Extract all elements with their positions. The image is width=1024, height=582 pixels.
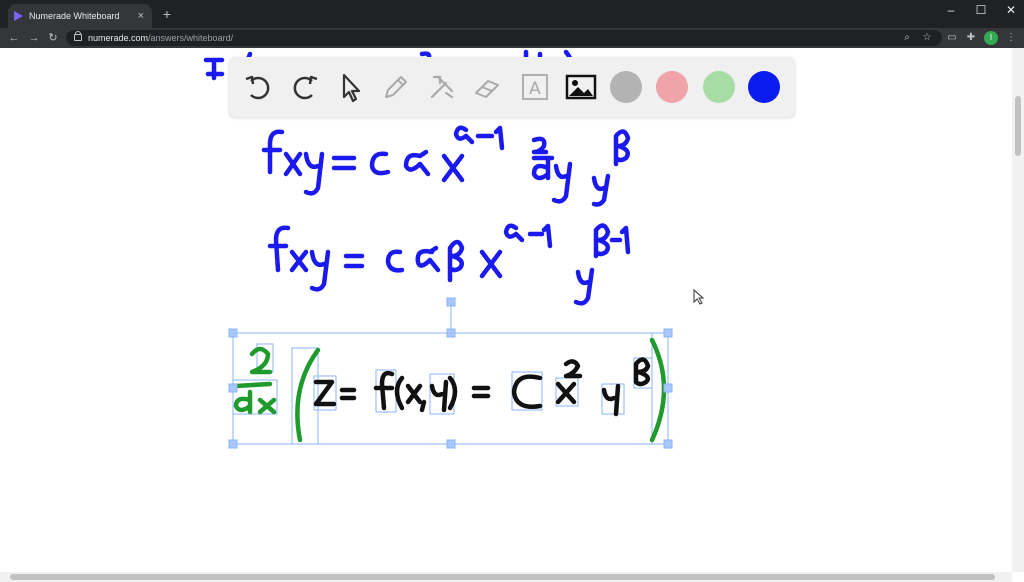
undo-icon[interactable] [243,71,275,103]
minimize-button[interactable]: – [936,0,966,20]
new-tab-button[interactable]: + [160,4,174,24]
pen-icon[interactable] [380,71,412,103]
numerade-favicon-icon [14,11,23,21]
profile-avatar[interactable]: I [984,31,998,45]
redo-icon[interactable] [288,71,320,103]
eraser-icon[interactable] [472,71,504,103]
tab-title: Numerade Whiteboard [29,11,120,21]
lock-icon [74,31,82,41]
tools-icon[interactable] [426,71,458,103]
whiteboard-toolbar: A [229,57,795,117]
pointer-icon[interactable] [335,71,367,103]
color-green-swatch[interactable] [703,71,735,103]
tab-close-button[interactable]: × [138,4,144,28]
color-gray-swatch[interactable] [610,71,642,103]
back-icon[interactable]: ← [6,28,22,48]
whiteboard-drawing [203,49,705,449]
equation-line-1 [261,125,631,207]
close-window-button[interactable]: ✕ [996,0,1024,20]
forward-icon[interactable]: → [26,28,42,48]
vertical-scroll-thumb[interactable] [1015,96,1021,156]
whiteboard-canvas[interactable]: A [0,48,1012,572]
text-tool-label: A [529,79,541,99]
maximize-button[interactable]: ☐ [966,0,996,20]
url-text: numerade.com/answers/whiteboard/ [88,30,233,46]
browser-title-bar: Numerade Whiteboard × + – ☐ ✕ [0,0,1024,28]
cast-icon[interactable]: ▭ [945,31,959,45]
vertical-scrollbar[interactable] [1012,48,1024,572]
address-bar[interactable]: numerade.com/answers/whiteboard/ ⌕ ☆ [66,30,942,46]
extensions-icon[interactable]: ✚ [964,31,978,45]
horizontal-scroll-thumb[interactable] [10,574,995,580]
horizontal-scrollbar[interactable] [0,572,1012,582]
menu-icon[interactable]: ⋮ [1004,31,1018,45]
color-pink-swatch[interactable] [656,71,688,103]
mouse-cursor-icon [693,288,705,305]
bookmark-star-icon[interactable]: ☆ [920,30,934,46]
url-path: /answers/whiteboard/ [148,33,234,43]
url-host: numerade.com [88,33,149,43]
browser-toolbar: ← → ↻ numerade.com/answers/whiteboard/ ⌕… [0,28,1024,48]
text-icon[interactable]: A [519,71,551,103]
zoom-icon[interactable]: ⌕ [900,30,914,46]
equation-line-2 [267,223,631,306]
reload-icon[interactable]: ↻ [45,28,61,48]
color-blue-swatch[interactable] [748,71,780,103]
selected-equation[interactable] [228,297,673,449]
image-icon[interactable] [565,71,597,103]
browser-tab[interactable]: Numerade Whiteboard × [8,4,152,28]
